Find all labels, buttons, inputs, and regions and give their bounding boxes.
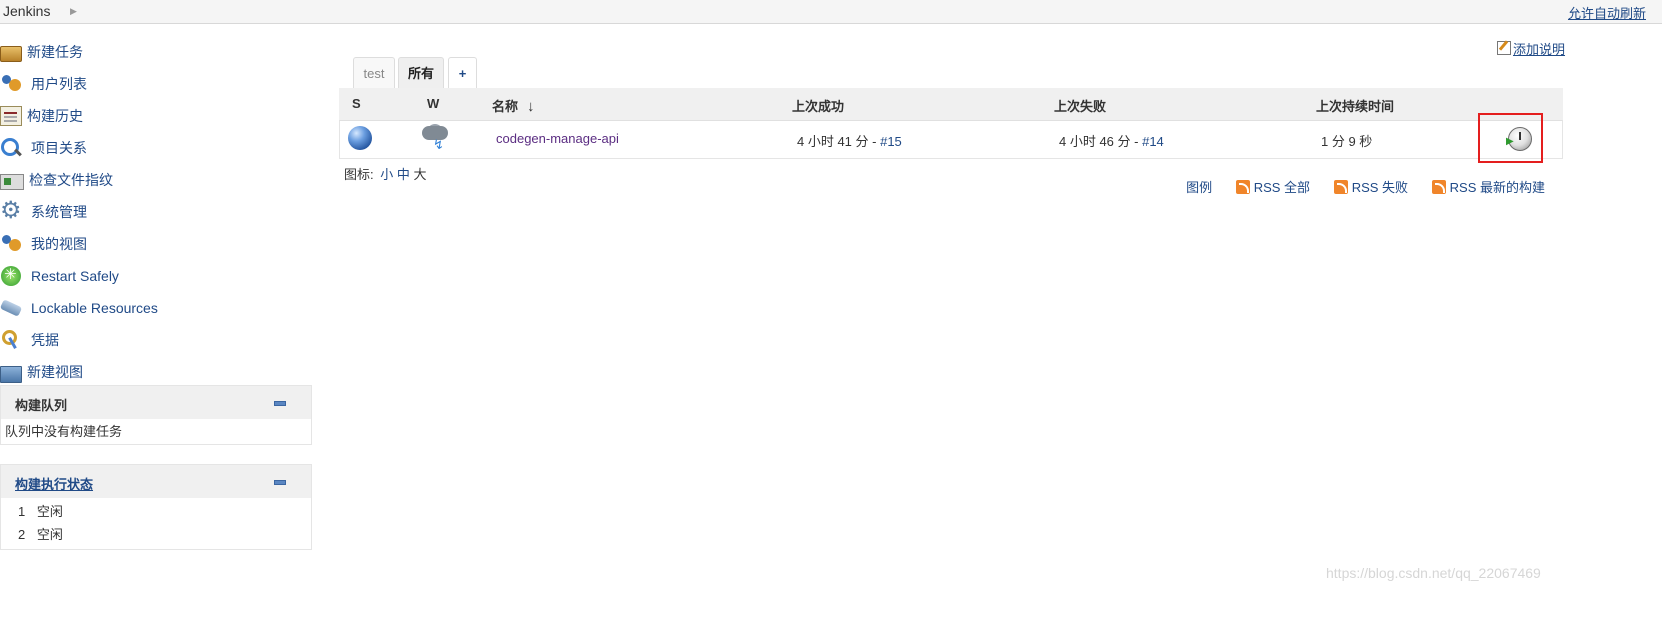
icon-size-large: 大 [413,167,427,182]
last-duration-cell: 1 分 9 秒 [1321,134,1373,149]
executor-status: 空闲 [36,504,63,519]
column-header-last-failure[interactable]: 上次失败 [1054,96,1106,115]
rss-failures-link[interactable]: RSS 失败 [1352,180,1408,195]
sidebar-item-fingerprint[interactable]: 检查文件指纹 [0,164,330,196]
sidebar-item-label[interactable]: 用户列表 [31,74,87,94]
breadcrumb-bar: Jenkins ▶ 允许自动刷新 [0,0,1662,24]
highlight-box [1478,113,1543,163]
last-failure-build-link[interactable]: #14 [1142,134,1164,149]
add-description-label: 添加说明 [1513,42,1566,57]
last-success-time: 4 小时 41 分 - [797,134,881,149]
rss-icon [1333,180,1348,194]
build-history-icon [0,106,22,126]
build-queue-pane: 构建队列 队列中没有构建任务 [0,385,312,445]
icon-size-medium[interactable]: 中 [397,167,410,182]
build-queue-header: 构建队列 [1,386,311,419]
rss-icon [1235,180,1250,194]
executors-title[interactable]: 构建执行状态 [15,474,93,493]
sidebar-item-label[interactable]: 系统管理 [31,202,87,222]
sidebar-item-label[interactable]: 构建历史 [27,106,83,126]
column-header-name-label: 名称 [492,99,519,114]
rss-latest-link[interactable]: RSS 最新的构建 [1450,180,1545,195]
column-header-last-success[interactable]: 上次成功 [792,96,844,115]
last-success-cell: 4 小时 41 分 - #15 [797,131,902,150]
rss-icon [1431,180,1446,194]
executors-header: 构建执行状态 [1,465,311,498]
sidebar-item-manage[interactable]: 系统管理 [0,196,330,228]
sidebar-item-label[interactable]: 项目关系 [31,138,87,158]
column-header-last-duration[interactable]: 上次持续时间 [1316,96,1394,115]
column-header-status[interactable]: S [352,96,361,111]
last-failure-cell: 4 小时 46 分 - #14 [1059,131,1164,150]
rss-bar: 图例 RSS 全部 RSS 失败 RSS 最新的构建 [1186,177,1545,196]
lock-icon [0,297,26,319]
users-icon [0,233,26,255]
watermark: https://blog.csdn.net/qq_22067469 [1326,565,1541,581]
new-job-icon [0,46,22,62]
keys-icon [0,329,26,351]
edit-icon [1497,41,1511,55]
sidebar-item-users[interactable]: 用户列表 [0,68,330,100]
search-icon [0,137,26,159]
breadcrumb-jenkins[interactable]: Jenkins [3,3,50,19]
executor-row: 2 空闲 [1,523,311,546]
legend-link[interactable]: 图例 [1186,180,1212,195]
table-header: S W 名称 ↓ 上次成功 上次失败 上次持续时间 [339,88,1563,120]
build-queue-empty-text: 队列中没有构建任务 [5,424,123,439]
sidebar-item-label[interactable]: 新建任务 [27,42,83,62]
sidebar-item-restart-safely[interactable]: Restart Safely [0,260,330,292]
sidebar-item-label[interactable]: 凭据 [31,330,59,350]
icon-size-label: 图标: [344,167,374,182]
add-view-tab[interactable]: + [448,57,477,89]
sidebar-item-build-history[interactable]: 构建历史 [0,100,330,132]
auto-refresh-link[interactable]: 允许自动刷新 [1568,3,1646,22]
icon-size-small[interactable]: 小 [380,167,393,182]
executor-row: 1 空闲 [1,500,311,523]
sidebar-item-new-view[interactable]: 新建视图 [0,356,330,388]
icon-size-selector: 图标: 小 中 大 [344,164,427,183]
sort-arrow-icon: ↓ [527,98,535,115]
executor-status: 空闲 [36,527,63,542]
fingerprint-icon [0,174,24,190]
sidebar-item-label[interactable]: 新建视图 [27,362,83,382]
build-queue-title: 构建队列 [15,398,68,413]
status-blue-ball-icon[interactable] [348,126,372,150]
side-navigation: 新建任务 用户列表 构建历史 项目关系 检查文件指纹 系统管理 我的视图 Res… [0,36,330,388]
gear-icon [0,196,26,225]
restart-icon [0,265,26,287]
executor-number: 1 [18,504,26,519]
executor-number: 2 [18,527,26,542]
sidebar-item-project-relations[interactable]: 项目关系 [0,132,330,164]
users-icon [0,73,26,95]
sidebar-item-label[interactable]: Lockable Resources [31,300,158,316]
column-header-weather[interactable]: W [427,96,439,111]
weather-storm-icon: ↯ [420,124,450,152]
sidebar-item-label[interactable]: Restart Safely [31,268,119,284]
sidebar-item-label[interactable]: 我的视图 [31,234,87,254]
job-name-link[interactable]: codegen-manage-api [496,131,619,146]
executors-pane: 构建执行状态 1 空闲 2 空闲 [0,464,312,550]
folder-icon [0,365,22,383]
projects-table: S W 名称 ↓ 上次成功 上次失败 上次持续时间 ↯ codegen-manag… [339,88,1563,159]
sidebar-item-new-job[interactable]: 新建任务 [0,36,330,68]
breadcrumb-arrow-icon[interactable]: ▶ [70,6,77,17]
collapse-icon[interactable] [274,401,286,406]
add-description-link[interactable]: 添加说明 [1497,39,1565,58]
last-failure-time: 4 小时 46 分 - [1059,134,1143,149]
sidebar-item-lockable-resources[interactable]: Lockable Resources [0,292,330,324]
sidebar-item-credentials[interactable]: 凭据 [0,324,330,356]
tab-test[interactable]: test [353,57,395,89]
tab-all[interactable]: 所有 [398,57,444,89]
rss-all-link[interactable]: RSS 全部 [1254,180,1310,195]
table-row: ↯ codegen-manage-api 4 小时 41 分 - #15 4 小… [339,120,1563,159]
sidebar-item-label[interactable]: 检查文件指纹 [29,170,113,190]
column-header-name[interactable]: 名称 ↓ [492,96,535,115]
collapse-icon[interactable] [274,480,286,485]
sidebar-item-my-views[interactable]: 我的视图 [0,228,330,260]
last-success-build-link[interactable]: #15 [880,134,902,149]
